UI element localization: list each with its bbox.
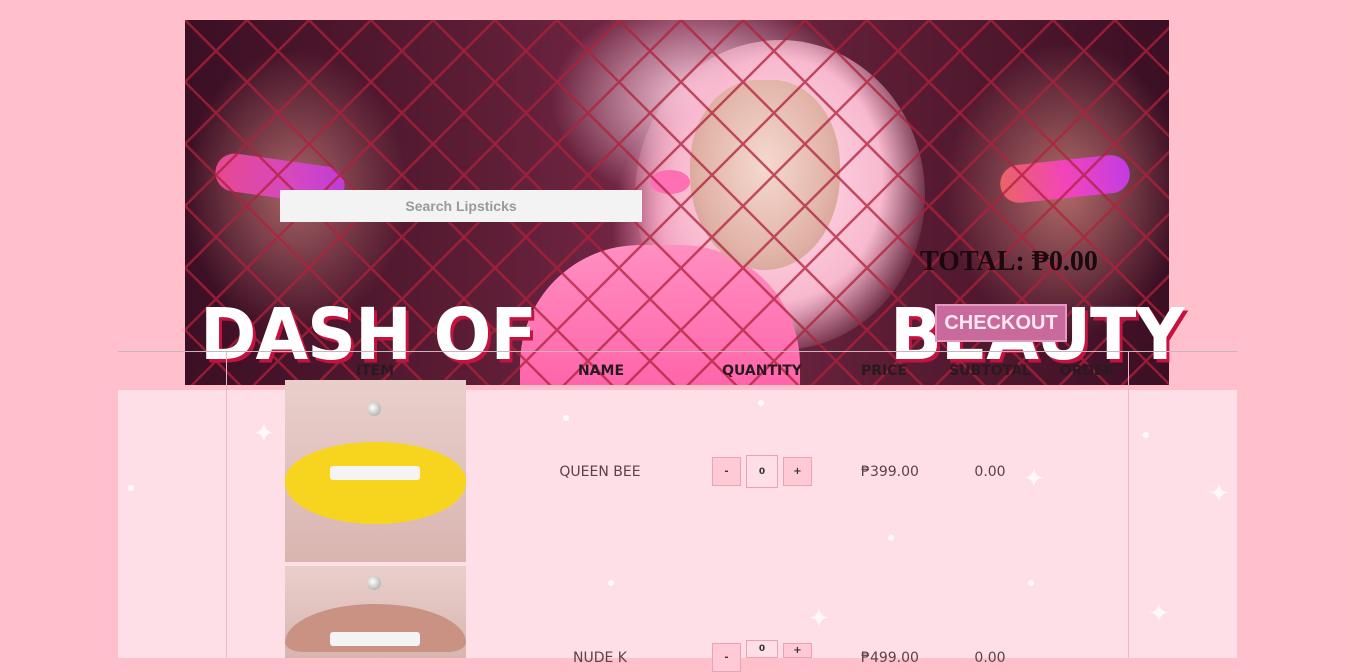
- product-name: QUEEN BEE: [559, 464, 641, 480]
- quantity-input[interactable]: [746, 455, 778, 488]
- sparkle-dot: [1028, 580, 1034, 586]
- column-header-subtotal: SUBTOTAL: [949, 363, 1031, 379]
- sparkle-dot: [758, 400, 764, 406]
- quantity-decrease-button[interactable]: -: [712, 457, 741, 486]
- sparkle-dot: [128, 485, 134, 491]
- product-name: NUDE K: [573, 650, 627, 666]
- quantity-input[interactable]: [746, 640, 778, 658]
- sparkle-dot: [1143, 432, 1149, 438]
- table-border-right: [1128, 352, 1129, 658]
- product-image-queen-bee[interactable]: [285, 380, 466, 562]
- column-header-price: PRICE: [860, 363, 908, 379]
- table-header-rule: [118, 351, 1237, 352]
- product-price: ₱499.00: [861, 650, 919, 666]
- search-input[interactable]: [280, 190, 642, 222]
- sparkle-dot: [563, 415, 569, 421]
- sparkle-dot: [888, 535, 894, 541]
- column-header-order: ORDER: [1059, 363, 1115, 379]
- quantity-increase-button[interactable]: +: [783, 643, 812, 658]
- product-price: ₱399.00: [861, 464, 919, 480]
- product-image-nude-k[interactable]: [285, 566, 466, 658]
- sparkle-icon: ✦: [1148, 598, 1170, 628]
- sparkle-dot: [608, 580, 614, 586]
- sparkle-icon: ✦: [1208, 478, 1230, 508]
- product-subtotal: 0.00: [974, 650, 1006, 666]
- cart-total: TOTAL: ₱0.00: [920, 246, 1098, 277]
- column-header-quantity: QUANTITY: [722, 363, 802, 379]
- product-subtotal: 0.00: [974, 464, 1006, 480]
- sparkle-icon: ✦: [808, 603, 830, 633]
- table-border-left: [226, 352, 227, 658]
- checkout-button[interactable]: CHECKOUT: [935, 304, 1067, 342]
- column-header-name: NAME: [577, 363, 625, 379]
- sparkle-icon: ✦: [253, 418, 275, 448]
- quantity-increase-button[interactable]: +: [783, 457, 812, 486]
- column-header-item: ITEM: [355, 363, 395, 379]
